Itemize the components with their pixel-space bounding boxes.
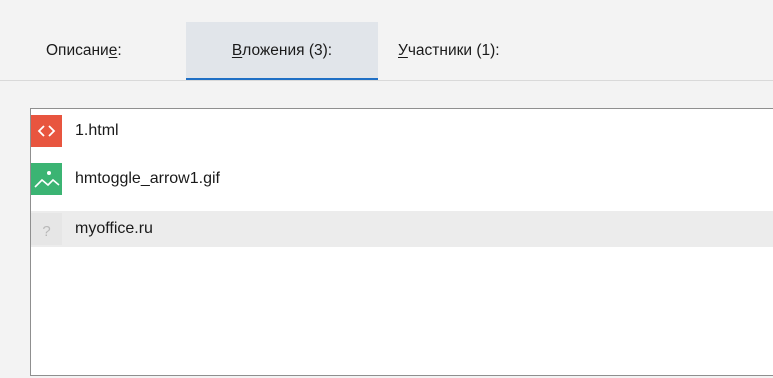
attachment-name: myoffice.ru	[75, 220, 153, 237]
attachment-row[interactable]: hmtoggle_arrow1.gif	[31, 161, 773, 197]
attachments-list[interactable]: 1.html hmtoggle_arrow1.gif ? myoffice.ru	[30, 108, 773, 376]
attachment-row[interactable]: ? myoffice.ru	[31, 211, 773, 247]
tab-bar: Описание: Вложения (3): Участники (1):	[0, 22, 773, 80]
tab-attachments[interactable]: Вложения (3):	[186, 22, 378, 80]
tab-attachments-label: Вложения (3):	[231, 42, 333, 59]
attachment-row[interactable]: 1.html	[31, 113, 773, 149]
tab-divider	[0, 80, 773, 81]
attachment-name: 1.html	[75, 122, 119, 139]
window-top-strip	[0, 0, 773, 22]
code-file-icon	[31, 115, 62, 147]
tab-participants[interactable]: Участники (1):	[398, 22, 568, 80]
unknown-file-icon: ?	[31, 213, 62, 245]
tab-description-label: Описание:	[46, 42, 122, 59]
tab-participants-label: Участники (1):	[398, 42, 500, 59]
image-file-icon	[31, 163, 62, 195]
attachment-name: hmtoggle_arrow1.gif	[75, 170, 220, 187]
tab-description[interactable]: Описание:	[46, 22, 176, 80]
svg-text:?: ?	[42, 223, 50, 240]
